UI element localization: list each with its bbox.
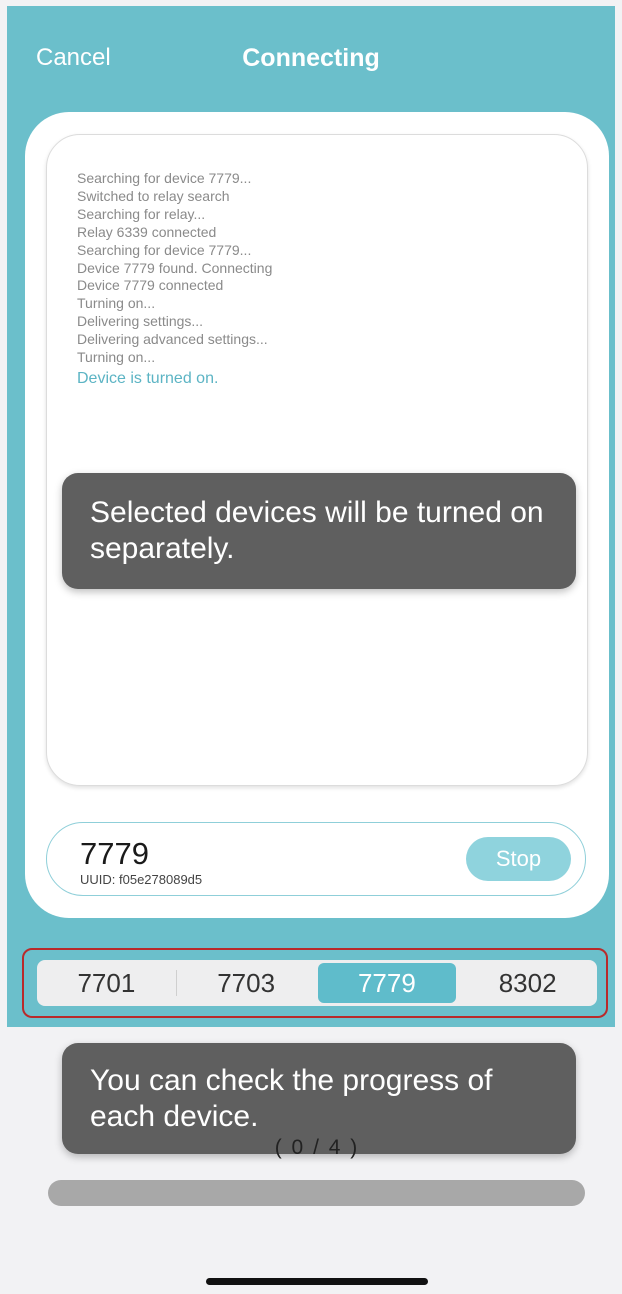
progress-count: ( 0 / 4 ) <box>274 1136 360 1159</box>
device-id: 7779 <box>80 836 149 871</box>
log-line: Delivering advanced settings... <box>77 331 268 348</box>
tooltip-selected-devices: Selected devices will be turned on separ… <box>62 473 576 589</box>
log-line: Delivering settings... <box>77 313 204 330</box>
log-line: Turning on... <box>77 349 156 366</box>
log-line: Turning on... <box>77 295 156 312</box>
stop-button[interactable]: Stop <box>466 837 571 881</box>
log-lines: Searching for device 7779... Switched to… <box>77 170 557 390</box>
log-line: Searching for device 7779... <box>77 170 252 186</box>
log-line: Device 7779 found. Connecting <box>77 259 273 276</box>
progress-bar <box>48 1180 585 1206</box>
home-indicator <box>206 1278 428 1285</box>
device-uuid: UUID: f05e278089d5 <box>80 872 203 887</box>
log-line: Searching for device 7779... <box>77 241 252 258</box>
highlight-frame <box>22 948 608 1018</box>
log-line: Device 7779 connected <box>77 277 224 294</box>
log-line: Relay 6339 connected <box>77 223 217 240</box>
log-line: Switched to relay search <box>77 187 230 204</box>
page-title: Connecting <box>242 44 380 72</box>
log-line: Searching for relay... <box>77 205 206 222</box>
log-final-status: Device is turned on. <box>77 369 219 387</box>
